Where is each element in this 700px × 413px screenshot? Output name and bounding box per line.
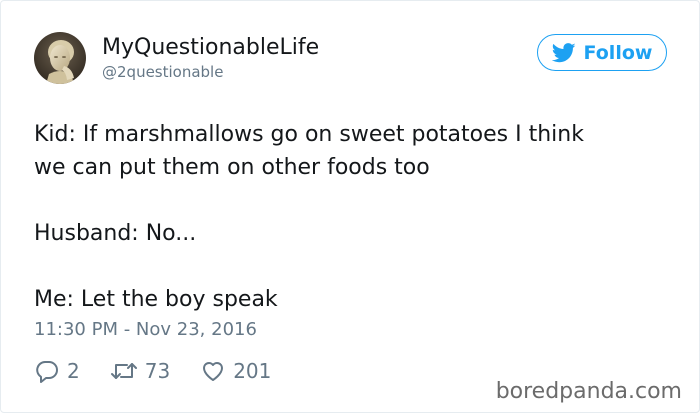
tweet-actions: 2 73 201 (34, 357, 301, 385)
reply-count: 2 (67, 359, 80, 383)
author-handle[interactable]: @2questionable (102, 63, 223, 81)
retweet-icon (110, 358, 138, 384)
tweet-card: MyQuestionableLife @2questionable Follow… (0, 0, 700, 413)
avatar[interactable] (34, 32, 86, 84)
follow-button[interactable]: Follow (537, 34, 667, 71)
like-count: 201 (233, 359, 272, 383)
twitter-bird-icon (551, 42, 576, 63)
reply-button[interactable]: 2 (34, 358, 80, 384)
tweet-text: Kid: If marshmallows go on sweet potatoe… (34, 118, 674, 316)
retweet-button[interactable]: 73 (110, 358, 170, 384)
tweet-timestamp[interactable]: 11:30 PM - Nov 23, 2016 (34, 319, 257, 341)
statue-portrait-avatar (34, 32, 86, 84)
tweet-line: we can put them on other foods too (34, 155, 430, 180)
tweet-line: Me: Let the boy speak (34, 287, 278, 312)
reply-icon (34, 358, 60, 384)
tweet-line: Husband: No... (34, 221, 197, 246)
retweet-count: 73 (144, 359, 171, 383)
tweet-line: Kid: If marshmallows go on sweet potatoe… (34, 122, 584, 147)
heart-icon (200, 358, 226, 384)
watermark: boredpanda.com (495, 379, 682, 404)
like-button[interactable]: 201 (200, 358, 271, 384)
follow-label: Follow (583, 41, 653, 64)
author-display-name[interactable]: MyQuestionableLife (102, 35, 319, 61)
